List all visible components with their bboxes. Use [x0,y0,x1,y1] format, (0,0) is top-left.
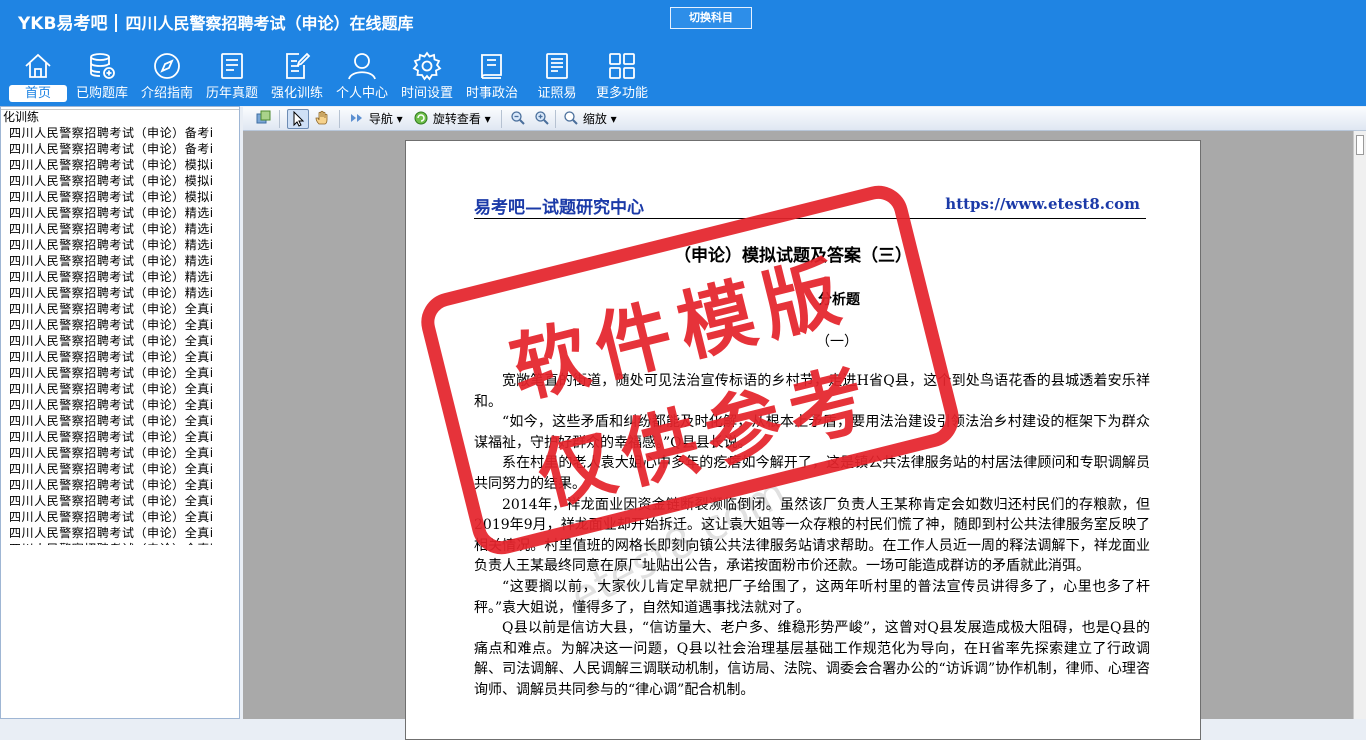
tree-item[interactable]: 四川人民警察招聘考试（申论）全真i [3,509,237,525]
tree-item[interactable]: 四川人民警察招聘考试（申论）全真i [3,381,237,397]
nav-label-training: 强化训练 [270,86,323,101]
zoom-in-button[interactable] [534,109,550,129]
viewer-toolbar: 导航 ▾ 旋转查看 ▾ 缩放 ▾ [243,107,1366,131]
thumbnail-toggle-button[interactable] [255,109,271,129]
app-brand: YKB易考吧 四川人民警察招聘考试（申论）在线题库 [18,9,413,34]
user-icon [347,51,377,81]
gear-icon [412,51,442,81]
nav-item-personal[interactable]: 个人中心 [332,47,392,105]
tree-item[interactable]: 四川人民警察招聘考试（申论）全真i [3,349,237,365]
magnifier-icon [563,110,579,126]
rotate-icon [413,110,429,126]
tree-item[interactable]: 四川人民警察招聘考试（申论）全真i [3,317,237,333]
tree-item[interactable]: 四川人民警察招聘考试（申论）精选i [3,253,237,269]
nav-label-purchased: 已购题库 [75,86,128,101]
toolbar-divider [555,110,556,128]
tree-item[interactable]: 四川人民警察招聘考试（申论）精选i [3,205,237,221]
grid-icon [607,51,637,81]
tree-item[interactable]: 四川人民警察招聘考试（申论）全真i [3,493,237,509]
database-icon [87,51,117,81]
panel-header: 化训练 [1,109,239,124]
dropdown-arrow-icon: ▾ [480,112,491,126]
zoom-label: 缩放 [582,112,607,126]
tree-item[interactable]: 四川人民警察招聘考试（申论）全真i [3,397,237,413]
vertical-scrollbar[interactable] [1353,131,1366,719]
document-brand: 易考吧—试题研究中心 [474,198,644,218]
document-paragraph: Q县以前是信访大县，“信访量大、老户多、维稳形势严峻”，这曾对Q县发展造成极大阻… [474,620,1150,698]
navigation-label: 导航 [368,112,393,126]
nav-item-past-papers[interactable]: 历年真题 [202,47,262,105]
tree-item[interactable]: 四川人民警察招聘考试（申论）备考i [3,141,237,157]
zoom-out-icon [510,110,526,126]
tree-item[interactable]: 四川人民警察招聘考试（申论）模拟i [3,189,237,205]
zoom-out-button[interactable] [510,109,526,129]
zoom-menu-button[interactable]: 缩放 ▾ [563,109,617,129]
switch-subject-button[interactable]: 切换科目 [670,7,752,29]
home-icon [23,51,53,81]
tree-item[interactable]: 四川人民警察招聘考试（申论）全真i [3,525,237,541]
tree-item[interactable]: 四川人民警察招聘考试（申论）全真i [3,413,237,429]
thumbnails-icon [255,110,271,126]
dropdown-arrow-icon: ▾ [392,112,403,126]
nav-label-home: 首页 [9,85,67,102]
rotate-label: 旋转查看 [432,112,481,126]
tree-item[interactable]: 四川人民警察招聘考试（申论）精选i [3,237,237,253]
nav-item-certificate[interactable]: 证照易 [527,47,587,105]
tree-item[interactable]: 四川人民警察招聘考试（申论）备考i [3,125,237,141]
navigation-menu-button[interactable]: 导航 ▾ [349,109,403,129]
nav-label-more: 更多功能 [595,86,648,101]
tree-item[interactable]: 四川人民警察招聘考试（申论）精选i [3,269,237,285]
tree-item[interactable]: 四川人民警察招聘考试（申论）全真i [3,429,237,445]
question-tree: 四川人民警察招聘考试（申论）备考i 四川人民警察招聘考试（申论）备考i 四川人民警察… [3,125,237,545]
nav-item-guide[interactable]: 介绍指南 [137,47,197,105]
nav-label-time-settings: 时间设置 [400,86,453,101]
app-header: YKB易考吧 四川人民警察招聘考试（申论）在线题库 切换科目 首页 已购题库 介绍… [0,0,1366,106]
nav-label-personal: 个人中心 [335,86,388,101]
hand-tool-button[interactable] [314,109,330,129]
tree-item[interactable]: 四川人民警察招聘考试（申论）全真i [3,461,237,477]
cursor-icon [290,110,306,127]
toolbar-divider [339,110,340,128]
nav-label-guide: 介绍指南 [140,86,193,101]
hand-icon [314,110,330,126]
zoom-in-icon [534,110,550,126]
document-list-icon [217,51,247,81]
tree-item[interactable]: 四川人民警察招聘考试（申论）全真i [3,541,237,545]
double-arrow-icon [349,110,365,126]
tree-item[interactable]: 四川人民警察招聘考试（申论）模拟i [3,157,237,173]
scrollbar-thumb[interactable] [1356,135,1364,155]
nav-label-certificate: 证照易 [537,86,577,101]
brand-logo: YKB易考吧 [18,14,108,34]
select-tool-button[interactable] [287,109,309,129]
nav-item-time-settings[interactable]: 时间设置 [397,47,457,105]
question-tree-panel: 化训练 四川人民警察招聘考试（申论）备考i 四川人民警察招聘考试（申论）备考i 四川… [0,106,240,719]
document-url[interactable]: https://www.etest8.com [945,195,1140,213]
nav-item-training[interactable]: 强化训练 [267,47,327,105]
nav-label-past-papers: 历年真题 [205,86,258,101]
rotate-view-button[interactable]: 旋转查看 ▾ [413,109,491,129]
compass-icon [152,51,182,81]
nav-item-more[interactable]: 更多功能 [592,47,652,105]
toolbar-divider [501,110,502,128]
tree-item[interactable]: 四川人民警察招聘考试（申论）全真i [3,365,237,381]
edit-document-icon [282,51,312,81]
brand-divider [115,14,118,32]
toolbar-divider [279,110,280,128]
tree-item[interactable]: 四川人民警察招聘考试（申论）全真i [3,333,237,349]
nav-item-current-affairs[interactable]: 时事政治 [462,47,522,105]
nav-item-purchased[interactable]: 已购题库 [72,47,132,105]
tree-item[interactable]: 四川人民警察招聘考试（申论）全真i [3,301,237,317]
app-title: 四川人民警察招聘考试（申论）在线题库 [125,14,414,33]
main-nav: 首页 已购题库 介绍指南 历年真题 强化训练 个人中心 时间设置 时事政治 证照… [0,47,680,105]
dropdown-arrow-icon: ▾ [606,112,617,126]
tree-item[interactable]: 四川人民警察招聘考试（申论）精选i [3,221,237,237]
tree-item[interactable]: 四川人民警察招聘考试（申论）模拟i [3,173,237,189]
book-icon [477,51,507,81]
tree-item[interactable]: 四川人民警察招聘考试（申论）全真i [3,445,237,461]
tree-item[interactable]: 四川人民警察招聘考试（申论）精选i [3,285,237,301]
tree-item[interactable]: 四川人民警察招聘考试（申论）全真i [3,477,237,493]
nav-label-current-affairs: 时事政治 [465,86,518,101]
certificate-icon [542,51,572,81]
nav-item-home[interactable]: 首页 [8,47,68,105]
